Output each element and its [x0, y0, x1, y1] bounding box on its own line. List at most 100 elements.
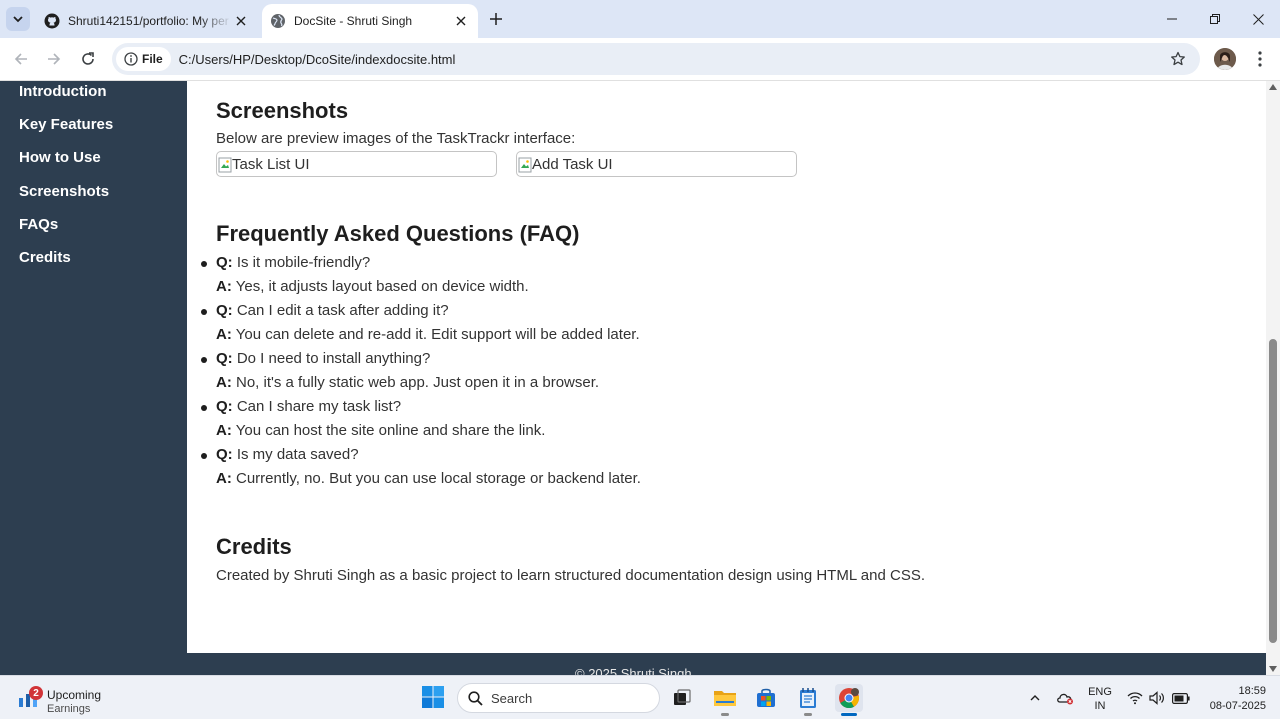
close-tab-icon[interactable]	[452, 12, 470, 30]
tab-title: Shruti142151/portfolio: My per	[68, 14, 229, 28]
sidebar-item-how-to-use[interactable]: How to Use	[19, 149, 101, 166]
faq-answer: A: You can host the site online and shar…	[216, 422, 545, 439]
speaker-icon	[1149, 691, 1164, 705]
faq-question: Q: Can I edit a task after adding it?	[201, 302, 449, 319]
notepad-button[interactable]	[794, 684, 822, 716]
taskbar-search[interactable]: Search	[457, 683, 660, 713]
bookmark-star-icon[interactable]	[1168, 49, 1188, 69]
image-alt-text: Task List UI	[232, 156, 310, 173]
tab-portfolio[interactable]: Shruti142151/portfolio: My per	[36, 4, 258, 38]
list-bullet	[201, 453, 207, 459]
credits-heading: Credits	[216, 534, 292, 559]
browser-menu-button[interactable]	[1250, 48, 1270, 70]
notepad-icon	[800, 688, 816, 708]
globe-icon	[270, 13, 286, 29]
credits-text: Created by Shruti Singh as a basic proje…	[216, 567, 925, 584]
back-button[interactable]	[10, 48, 32, 70]
widgets-button[interactable]: 2 Upcoming Earnings	[18, 682, 158, 715]
chevron-down-icon	[13, 16, 23, 23]
cloud-offline-icon	[1057, 693, 1073, 705]
page-viewport: Introduction Key Features How to Use Scr…	[0, 81, 1280, 675]
arrow-left-icon	[14, 53, 27, 65]
question-prefix: Q:	[216, 446, 233, 463]
site-info-label: File	[142, 52, 163, 66]
wifi-status[interactable]	[1124, 676, 1146, 719]
language-code: ENG	[1088, 686, 1112, 698]
chrome-button[interactable]	[835, 684, 863, 716]
faq-answer: A: No, it's a fully static web app. Just…	[216, 374, 599, 391]
question-prefix: Q:	[216, 254, 233, 271]
windows-logo-icon	[422, 686, 444, 708]
chevron-up-icon	[1030, 695, 1040, 701]
sidebar-item-screenshots[interactable]: Screenshots	[19, 183, 109, 200]
sidebar-item-faqs[interactable]: FAQs	[19, 216, 58, 233]
answer-prefix: A:	[216, 374, 232, 391]
microsoft-store-button[interactable]	[752, 684, 780, 712]
battery-status[interactable]	[1170, 676, 1192, 719]
answer-text: You can host the site online and share t…	[235, 422, 546, 439]
search-label: Search	[491, 690, 533, 706]
forward-button[interactable]	[43, 48, 65, 70]
battery-icon	[1172, 692, 1190, 704]
running-indicator	[721, 713, 729, 716]
browser-toolbar: File C:/Users/HP/Desktop/DcoSite/indexdo…	[0, 38, 1280, 81]
task-view-button[interactable]	[668, 684, 696, 712]
page-scrollbar[interactable]	[1266, 81, 1280, 675]
system-clock[interactable]: 18:59 08-07-2025	[1200, 684, 1266, 714]
faq-question: Q: Can I share my task list?	[201, 398, 402, 415]
faq-answer: A: Yes, it adjusts layout based on devic…	[216, 278, 529, 295]
answer-text: Yes, it adjusts layout based on device w…	[235, 278, 529, 295]
close-tab-icon[interactable]	[232, 12, 250, 30]
notification-badge: 2	[29, 686, 43, 700]
new-tab-button[interactable]	[486, 9, 506, 29]
chrome-icon	[839, 688, 860, 709]
minimize-button[interactable]	[1150, 6, 1194, 32]
close-window-button[interactable]	[1236, 6, 1280, 32]
scroll-up-arrow[interactable]	[1269, 84, 1277, 90]
add-task-screenshot: Add Task UI	[516, 151, 797, 177]
profile-avatar[interactable]	[1214, 48, 1236, 70]
tab-search-button[interactable]	[6, 7, 30, 31]
store-icon	[757, 688, 775, 707]
address-bar[interactable]: File C:/Users/HP/Desktop/DcoSite/indexdo…	[112, 43, 1200, 75]
list-bullet	[201, 357, 207, 363]
scroll-thumb[interactable]	[1269, 339, 1277, 643]
question-text: Can I share my task list?	[236, 398, 402, 415]
broken-image-icon	[518, 157, 532, 172]
list-bullet	[201, 309, 207, 315]
show-hidden-icons-button[interactable]	[1026, 676, 1044, 719]
site-info-chip[interactable]: File	[116, 47, 171, 71]
answer-prefix: A:	[216, 326, 232, 343]
task-view-icon	[674, 689, 691, 705]
answer-text: You can delete and re-add it. Edit suppo…	[235, 326, 640, 343]
tab-strip: Shruti142151/portfolio: My per DocSite -…	[0, 0, 1280, 38]
faq-answer: A: Currently, no. But you can use local …	[216, 470, 641, 487]
broken-image-icon	[218, 157, 232, 172]
question-prefix: Q:	[216, 302, 233, 319]
github-icon	[44, 13, 60, 29]
file-explorer-button[interactable]	[711, 684, 739, 716]
sidebar-item-credits[interactable]: Credits	[19, 249, 71, 266]
sidebar-item-introduction[interactable]: Introduction	[19, 83, 106, 100]
arrow-right-icon	[48, 53, 61, 65]
input-language-indicator[interactable]: ENG IN	[1084, 685, 1116, 713]
list-bullet	[201, 261, 207, 267]
page-footer: © 2025 Shruti Singh	[0, 653, 1266, 675]
reload-button[interactable]	[77, 48, 99, 70]
faq-question: Q: Is my data saved?	[201, 446, 359, 463]
start-button[interactable]	[421, 685, 445, 709]
url-text[interactable]: C:/Users/HP/Desktop/DcoSite/indexdocsite…	[179, 52, 456, 67]
faq-question: Q: Do I need to install anything?	[201, 350, 430, 367]
search-icon	[468, 690, 483, 706]
faq-answer: A: You can delete and re-add it. Edit su…	[216, 326, 640, 343]
volume-status[interactable]	[1147, 676, 1167, 719]
question-prefix: Q:	[216, 398, 233, 415]
widget-subtitle: Earnings	[47, 703, 91, 715]
tab-title: DocSite - Shruti Singh	[294, 14, 413, 28]
onedrive-button[interactable]	[1054, 676, 1076, 719]
sidebar-item-key-features[interactable]: Key Features	[19, 116, 113, 133]
scroll-down-arrow[interactable]	[1269, 666, 1277, 672]
reload-icon	[82, 52, 94, 65]
restore-button[interactable]	[1193, 6, 1237, 32]
tab-docsite[interactable]: DocSite - Shruti Singh	[262, 4, 478, 38]
